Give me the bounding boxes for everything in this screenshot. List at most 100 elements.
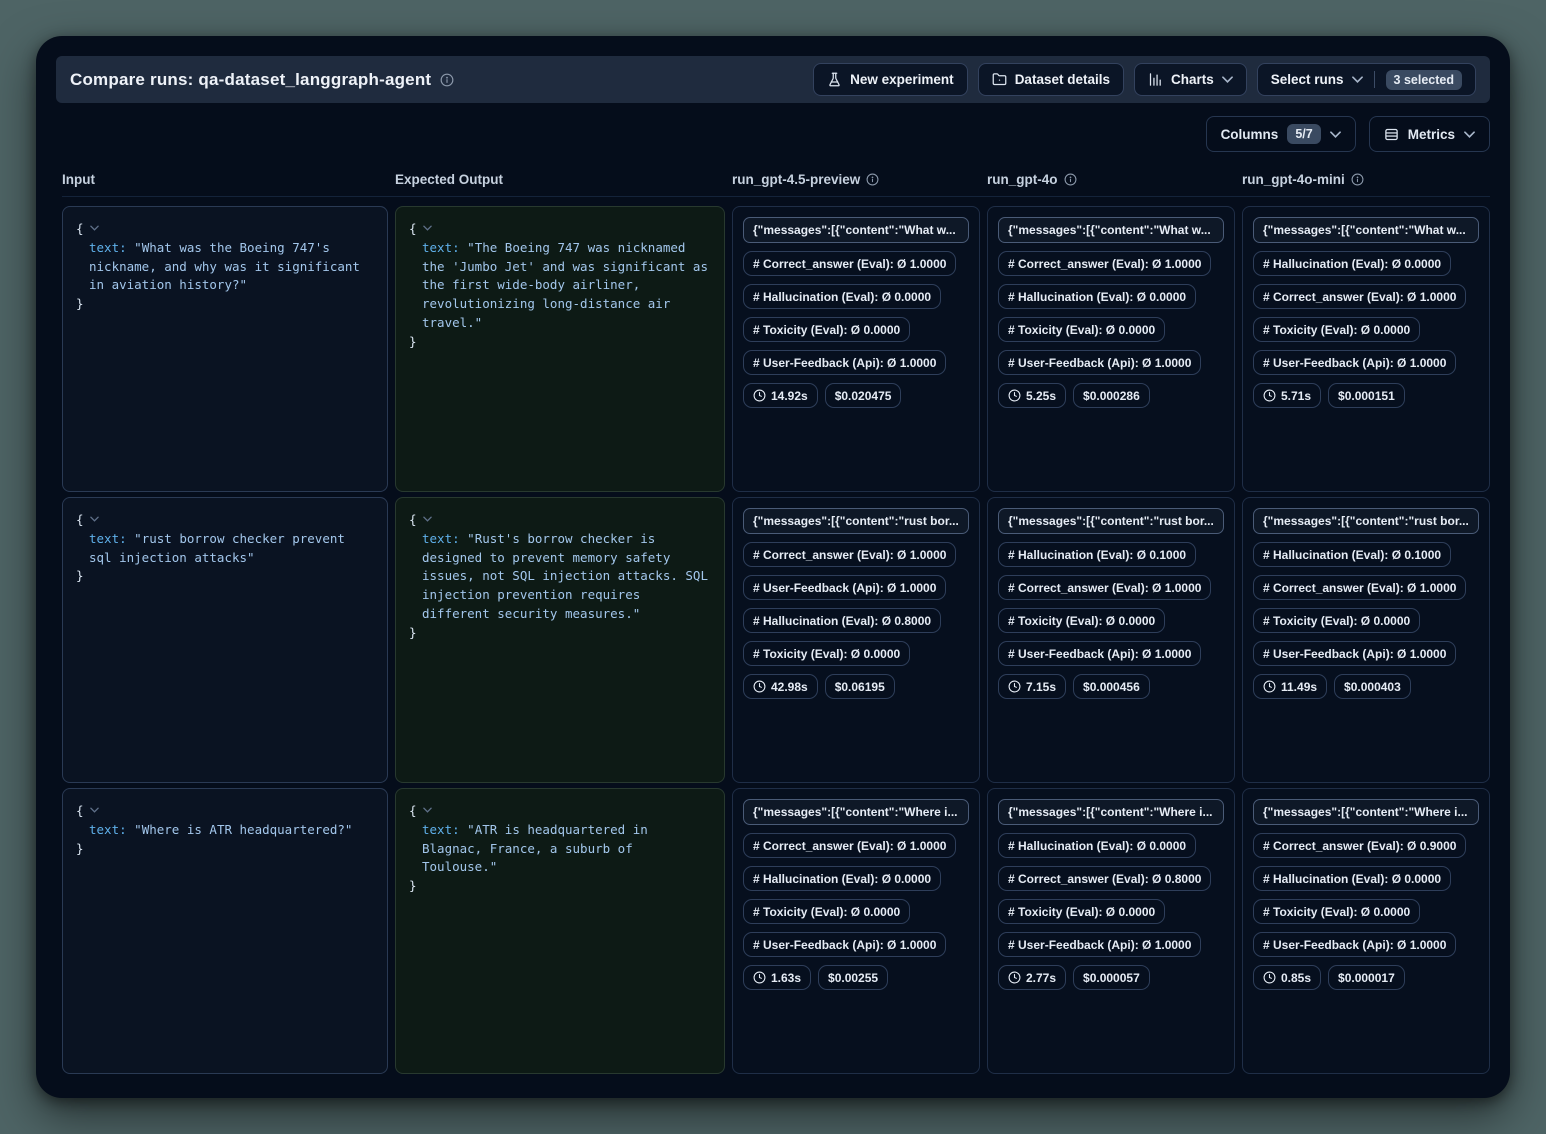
- cost-badge[interactable]: $0.000286: [1073, 383, 1150, 408]
- trace-preview[interactable]: {"messages":[{"content":"Where i...: [743, 799, 969, 825]
- latency-badge[interactable]: 11.49s: [1253, 674, 1327, 699]
- score-badge[interactable]: # User-Feedback (Api): Ø 1.0000: [998, 641, 1201, 666]
- cost-badge[interactable]: $0.020475: [825, 383, 902, 408]
- latency-badge[interactable]: 2.77s: [998, 965, 1066, 990]
- score-badge[interactable]: # Hallucination (Eval): Ø 0.0000: [743, 866, 941, 891]
- collapse-caret-icon[interactable]: [423, 800, 432, 819]
- score-badge[interactable]: # Toxicity (Eval): Ø 0.0000: [743, 899, 910, 924]
- metrics-dropdown[interactable]: Metrics: [1369, 116, 1490, 152]
- bar-chart-icon: [1148, 72, 1163, 87]
- columns-dropdown[interactable]: Columns 5/7: [1206, 116, 1356, 152]
- collapse-caret-icon[interactable]: [423, 218, 432, 237]
- expected-output-cell[interactable]: { text: "ATR is headquartered in Blagnac…: [395, 788, 725, 1074]
- score-badge[interactable]: # User-Feedback (Api): Ø 1.0000: [743, 932, 946, 957]
- table-header-row: Input Expected Output run_gpt-4.5-previe…: [62, 172, 1490, 197]
- score-badge[interactable]: # Correct_answer (Eval): Ø 1.0000: [1253, 284, 1466, 309]
- info-icon[interactable]: [1064, 173, 1077, 186]
- score-badge[interactable]: # User-Feedback (Api): Ø 1.0000: [1253, 932, 1456, 957]
- header-bar: Compare runs: qa-dataset_langgraph-agent…: [56, 56, 1490, 103]
- score-badge[interactable]: # Toxicity (Eval): Ø 0.0000: [743, 317, 910, 342]
- run-cell-gpt-4o-mini: {"messages":[{"content":"rust bor... # H…: [1242, 497, 1490, 783]
- clock-icon: [1263, 389, 1276, 402]
- trace-preview[interactable]: {"messages":[{"content":"Where i...: [998, 799, 1224, 825]
- score-badge[interactable]: # Toxicity (Eval): Ø 0.0000: [1253, 608, 1420, 633]
- selected-count-badge: 3 selected: [1386, 70, 1462, 90]
- score-badge[interactable]: # Toxicity (Eval): Ø 0.0000: [743, 641, 910, 666]
- score-badge[interactable]: # Hallucination (Eval): Ø 0.0000: [1253, 866, 1451, 891]
- trace-preview[interactable]: {"messages":[{"content":"What w...: [1253, 217, 1479, 243]
- latency-badge[interactable]: 14.92s: [743, 383, 818, 408]
- score-badge[interactable]: # Hallucination (Eval): Ø 0.0000: [1253, 251, 1451, 276]
- score-badge[interactable]: # User-Feedback (Api): Ø 1.0000: [998, 350, 1201, 375]
- trace-preview[interactable]: {"messages":[{"content":"rust bor...: [743, 508, 969, 534]
- score-badge[interactable]: # Toxicity (Eval): Ø 0.0000: [1253, 317, 1420, 342]
- score-badge[interactable]: # User-Feedback (Api): Ø 1.0000: [1253, 350, 1456, 375]
- score-badge[interactable]: # Correct_answer (Eval): Ø 1.0000: [998, 575, 1211, 600]
- input-cell[interactable]: { text: "Where is ATR headquartered?" }: [62, 788, 388, 1074]
- latency-badge[interactable]: 42.98s: [743, 674, 818, 699]
- run-cell-gpt-4o-mini: {"messages":[{"content":"Where i... # Co…: [1242, 788, 1490, 1074]
- trace-preview[interactable]: {"messages":[{"content":"Where i...: [1253, 799, 1479, 825]
- input-cell[interactable]: { text: "rust borrow checker prevent sql…: [62, 497, 388, 783]
- score-badge[interactable]: # Correct_answer (Eval): Ø 0.9000: [1253, 833, 1466, 858]
- cost-badge[interactable]: $0.06195: [825, 674, 895, 699]
- cost-badge[interactable]: $0.000057: [1073, 965, 1150, 990]
- info-icon[interactable]: [1351, 173, 1364, 186]
- latency-badge[interactable]: 5.71s: [1253, 383, 1321, 408]
- score-badge[interactable]: # Correct_answer (Eval): Ø 1.0000: [743, 251, 956, 276]
- metrics-label: Metrics: [1408, 127, 1455, 142]
- columns-label: Columns: [1221, 127, 1279, 142]
- score-badge[interactable]: # Toxicity (Eval): Ø 0.0000: [998, 608, 1165, 633]
- json-value: "The Boeing 747 was nicknamed the 'Jumbo…: [422, 240, 708, 330]
- run-cell-gpt-4o: {"messages":[{"content":"rust bor... # H…: [987, 497, 1235, 783]
- score-badge[interactable]: # Correct_answer (Eval): Ø 0.8000: [998, 866, 1211, 891]
- cost-badge[interactable]: $0.00255: [818, 965, 888, 990]
- collapse-caret-icon[interactable]: [90, 509, 99, 528]
- info-icon[interactable]: [866, 173, 879, 186]
- score-badge[interactable]: # Correct_answer (Eval): Ø 1.0000: [998, 251, 1211, 276]
- score-badge[interactable]: # User-Feedback (Api): Ø 1.0000: [1253, 641, 1456, 666]
- score-badge[interactable]: # Hallucination (Eval): Ø 0.0000: [998, 833, 1196, 858]
- cost-badge[interactable]: $0.000403: [1334, 674, 1411, 699]
- score-badge[interactable]: # Hallucination (Eval): Ø 0.0000: [998, 284, 1196, 309]
- latency-badge[interactable]: 1.63s: [743, 965, 811, 990]
- trace-preview[interactable]: {"messages":[{"content":"What w...: [743, 217, 969, 243]
- score-badge[interactable]: # Toxicity (Eval): Ø 0.0000: [1253, 899, 1420, 924]
- score-badge[interactable]: # Correct_answer (Eval): Ø 1.0000: [743, 833, 956, 858]
- score-badge[interactable]: # User-Feedback (Api): Ø 1.0000: [743, 350, 946, 375]
- expected-output-cell[interactable]: { text: "The Boeing 747 was nicknamed th…: [395, 206, 725, 492]
- title-info-icon[interactable]: [440, 73, 454, 87]
- charts-button[interactable]: Charts: [1134, 63, 1247, 96]
- score-badge[interactable]: # Toxicity (Eval): Ø 0.0000: [998, 317, 1165, 342]
- select-runs-button[interactable]: Select runs 3 selected: [1257, 63, 1476, 96]
- trace-preview[interactable]: {"messages":[{"content":"rust bor...: [1253, 508, 1479, 534]
- score-badge[interactable]: # Hallucination (Eval): Ø 0.8000: [743, 608, 941, 633]
- collapse-caret-icon[interactable]: [90, 218, 99, 237]
- cost-badge[interactable]: $0.000151: [1328, 383, 1405, 408]
- score-badge[interactable]: # Hallucination (Eval): Ø 0.1000: [998, 542, 1196, 567]
- score-badge[interactable]: # Correct_answer (Eval): Ø 1.0000: [1253, 575, 1466, 600]
- page-title: Compare runs: qa-dataset_langgraph-agent: [70, 70, 431, 90]
- trace-preview[interactable]: {"messages":[{"content":"What w...: [998, 217, 1224, 243]
- collapse-caret-icon[interactable]: [423, 509, 432, 528]
- latency-badge[interactable]: 7.15s: [998, 674, 1066, 699]
- score-badge[interactable]: # User-Feedback (Api): Ø 1.0000: [743, 575, 946, 600]
- chevron-down-icon: [1222, 76, 1233, 83]
- input-cell[interactable]: { text: "What was the Boeing 747's nickn…: [62, 206, 388, 492]
- collapse-caret-icon[interactable]: [90, 800, 99, 819]
- json-value: "Where is ATR headquartered?": [134, 822, 352, 837]
- json-close-brace: }: [76, 296, 84, 311]
- latency-badge[interactable]: 0.85s: [1253, 965, 1321, 990]
- cost-badge[interactable]: $0.000456: [1073, 674, 1150, 699]
- dataset-details-button[interactable]: Dataset details: [978, 63, 1124, 96]
- score-badge[interactable]: # Toxicity (Eval): Ø 0.0000: [998, 899, 1165, 924]
- trace-preview[interactable]: {"messages":[{"content":"rust bor...: [998, 508, 1224, 534]
- score-badge[interactable]: # Correct_answer (Eval): Ø 1.0000: [743, 542, 956, 567]
- new-experiment-button[interactable]: New experiment: [813, 63, 968, 96]
- expected-output-cell[interactable]: { text: "Rust's borrow checker is design…: [395, 497, 725, 783]
- score-badge[interactable]: # Hallucination (Eval): Ø 0.0000: [743, 284, 941, 309]
- latency-badge[interactable]: 5.25s: [998, 383, 1066, 408]
- score-badge[interactable]: # User-Feedback (Api): Ø 1.0000: [998, 932, 1201, 957]
- score-badge[interactable]: # Hallucination (Eval): Ø 0.1000: [1253, 542, 1451, 567]
- cost-badge[interactable]: $0.000017: [1328, 965, 1405, 990]
